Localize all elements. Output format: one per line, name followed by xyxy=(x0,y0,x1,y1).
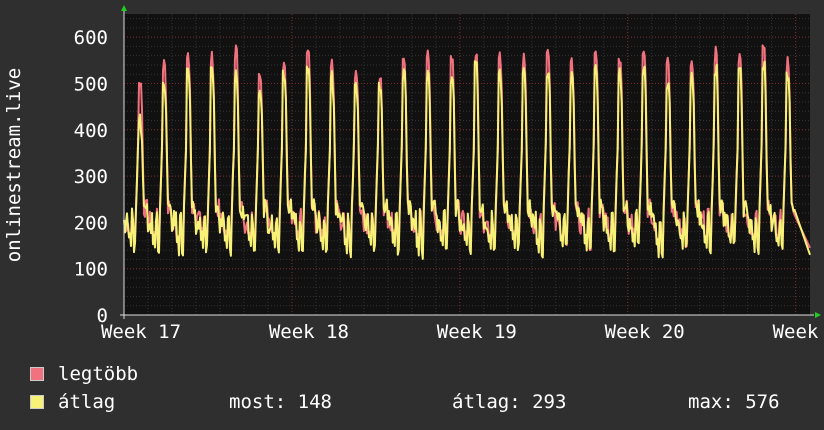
legend-swatch-avg xyxy=(30,395,44,409)
y-axis-arrow xyxy=(121,5,127,11)
legend-item-avg: átlag xyxy=(30,391,115,413)
y-axis-label: onlinestream.live xyxy=(3,68,25,262)
stat-average: átlag: 293 xyxy=(452,391,567,413)
legend-label-avg: átlag xyxy=(58,391,116,413)
y-tick-label: 500 xyxy=(74,73,108,95)
y-tick-label: 200 xyxy=(74,212,108,234)
x-tick-label: Week 20 xyxy=(605,321,685,343)
y-tick-label: 600 xyxy=(74,27,108,49)
x-tick-label: Week 18 xyxy=(269,321,349,343)
y-tick-label: 100 xyxy=(74,259,108,281)
stat-max: max: 576 xyxy=(688,391,780,413)
x-tick-label: Week 19 xyxy=(437,321,517,343)
legend-swatch-max xyxy=(30,367,44,381)
plot-area xyxy=(124,14,810,315)
stat-current: most: 148 xyxy=(229,391,332,413)
x-tick-label: Week 21 xyxy=(773,321,824,343)
legend-item-max: legtöbb xyxy=(30,363,138,385)
legend-label-max: legtöbb xyxy=(58,363,139,385)
x-tick-label: Week 17 xyxy=(101,321,181,343)
y-tick-label: 300 xyxy=(74,166,108,188)
x-axis-arrow xyxy=(815,312,821,318)
y-tick-label: 400 xyxy=(74,120,108,142)
